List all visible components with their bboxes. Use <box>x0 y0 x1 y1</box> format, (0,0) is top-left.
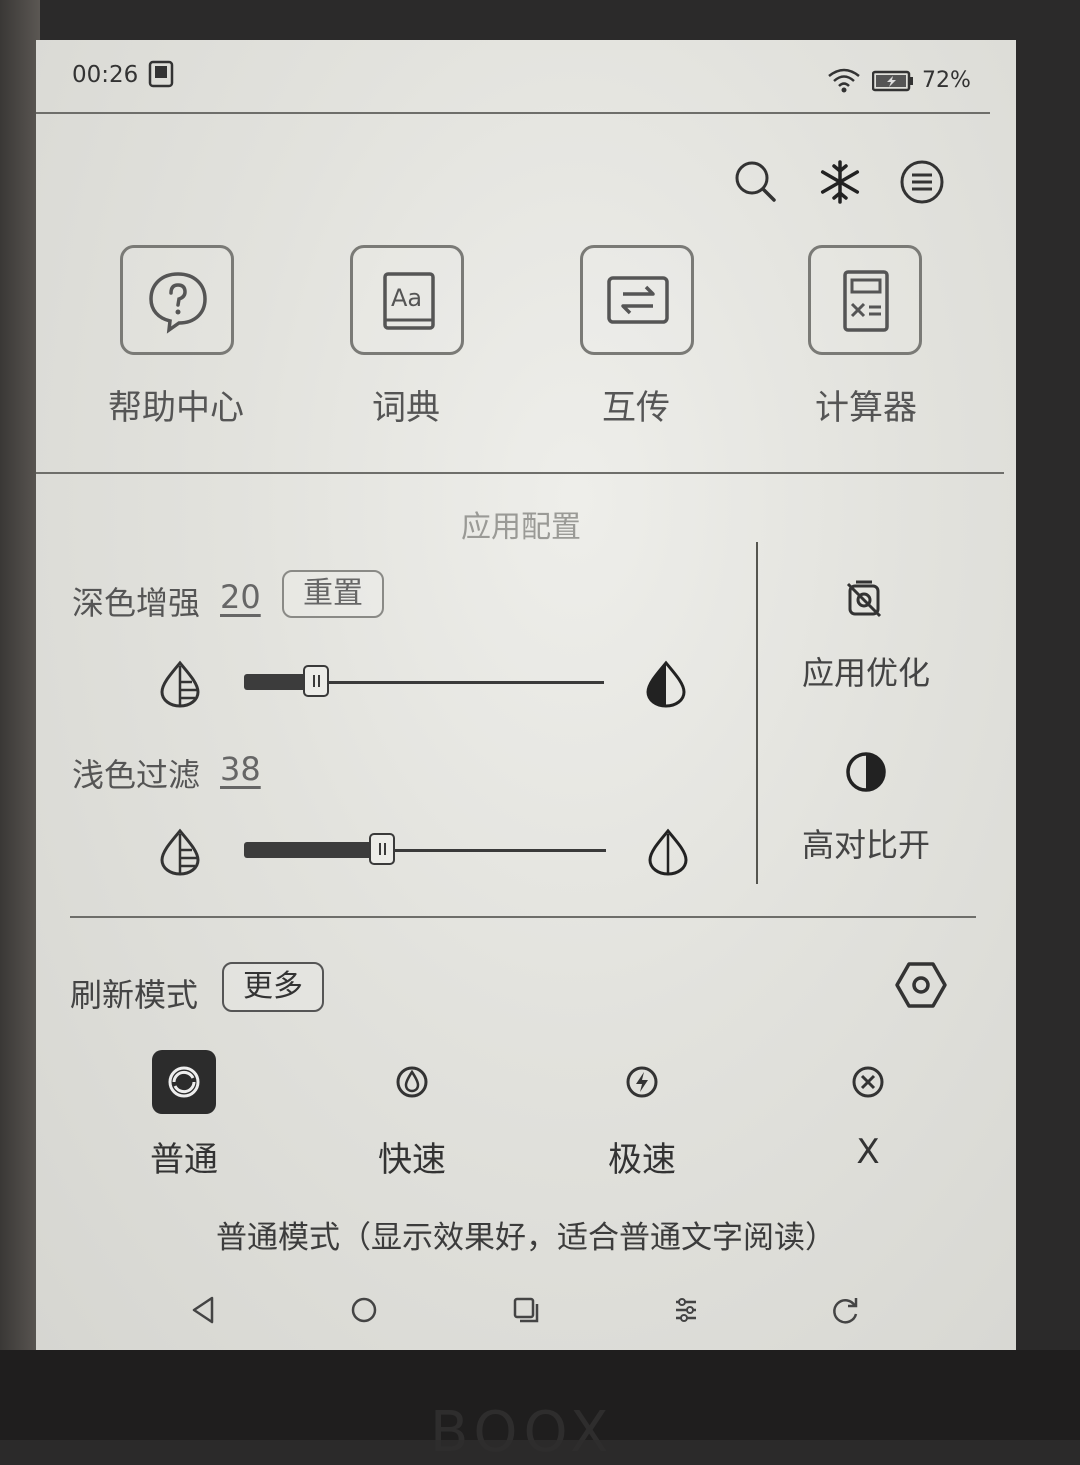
device-brand: BOOX <box>430 1400 615 1465</box>
status-divider <box>36 112 990 114</box>
battery-charging-icon <box>872 70 913 92</box>
control-center-screen: 00:26 72% 帮助中心 Aa 词典 互传 计算器 应用配置 深色增强 20… <box>36 40 1016 1350</box>
slider-thumb[interactable] <box>303 665 329 697</box>
light-filter-value: 38 <box>220 750 261 788</box>
dictionary-label: 词典 <box>372 388 440 428</box>
help-bubble-icon <box>149 272 207 334</box>
config-divider <box>70 916 976 918</box>
light-drop-icon[interactable] <box>158 660 202 708</box>
mode-turbo-label: 极速 <box>608 1140 676 1180</box>
dark-enhance-label: 深色增强 <box>72 584 201 622</box>
dark-drop-icon[interactable] <box>644 660 688 708</box>
mode-description: 普通模式（显示效果好，适合普通文字阅读） <box>216 1220 836 1256</box>
app-optimize-icon[interactable] <box>842 578 886 622</box>
sd-card-icon <box>148 60 174 88</box>
refresh-mode-title: 刷新模式 <box>70 976 199 1014</box>
adjust-icon[interactable] <box>668 1292 704 1328</box>
app-config-title: 应用配置 <box>461 510 581 545</box>
transfer-icon <box>607 276 669 324</box>
calculator-icon <box>843 270 889 332</box>
dark-enhance-value: 20 <box>220 578 261 616</box>
calculator-button[interactable] <box>808 245 922 355</box>
status-bar: 00:26 72% <box>36 40 1016 112</box>
refresh-icon[interactable] <box>828 1292 864 1328</box>
battery-percent: 72% <box>922 68 971 93</box>
config-vertical-divider <box>756 542 758 884</box>
mode-normal-button[interactable] <box>152 1050 216 1114</box>
settings-hex-icon[interactable] <box>894 958 948 1012</box>
transfer-button[interactable] <box>580 245 694 355</box>
light-filter-slider[interactable] <box>244 830 606 870</box>
help-center-button[interactable] <box>120 245 234 355</box>
contrast-icon[interactable] <box>844 750 888 794</box>
mode-turbo-button[interactable] <box>610 1050 674 1114</box>
fast-refresh-icon <box>396 1066 428 1098</box>
mode-x-label: X <box>856 1132 880 1172</box>
device-bezel-left <box>0 0 40 1440</box>
mode-normal-label: 普通 <box>150 1140 218 1180</box>
recent-apps-icon[interactable] <box>508 1292 544 1328</box>
turbo-refresh-icon <box>626 1066 658 1098</box>
outline-drop-icon[interactable] <box>646 828 690 876</box>
mode-fast-label: 快速 <box>378 1140 446 1180</box>
slider-thumb[interactable] <box>369 833 395 865</box>
apps-divider <box>36 472 1004 474</box>
freeze-snowflake-icon[interactable] <box>816 158 864 206</box>
light-filter-label: 浅色过滤 <box>72 756 201 794</box>
more-button[interactable]: 更多 <box>222 962 324 1012</box>
mode-x-button[interactable] <box>836 1050 900 1114</box>
light-drop-icon[interactable] <box>158 828 202 876</box>
normal-refresh-icon <box>168 1066 200 1098</box>
menu-icon[interactable] <box>898 158 946 206</box>
x-refresh-icon <box>852 1066 884 1098</box>
help-center-label: 帮助中心 <box>108 388 244 428</box>
dictionary-icon: Aa <box>383 272 435 330</box>
high-contrast-label[interactable]: 高对比开 <box>776 820 956 866</box>
dark-enhance-slider[interactable] <box>244 662 604 702</box>
mode-fast-button[interactable] <box>380 1050 444 1114</box>
reset-button[interactable]: 重置 <box>282 570 384 618</box>
app-optimize-label[interactable]: 应用优化 <box>776 648 956 694</box>
dictionary-button[interactable]: Aa <box>350 245 464 355</box>
status-time: 00:26 <box>72 62 139 88</box>
svg-text:Aa: Aa <box>391 284 422 312</box>
search-icon[interactable] <box>732 158 780 206</box>
transfer-label: 互传 <box>602 388 670 428</box>
back-icon[interactable] <box>186 1292 222 1328</box>
calculator-label: 计算器 <box>815 388 917 428</box>
home-icon[interactable] <box>346 1292 382 1328</box>
slider-fill <box>244 842 382 858</box>
wifi-icon <box>828 68 860 93</box>
